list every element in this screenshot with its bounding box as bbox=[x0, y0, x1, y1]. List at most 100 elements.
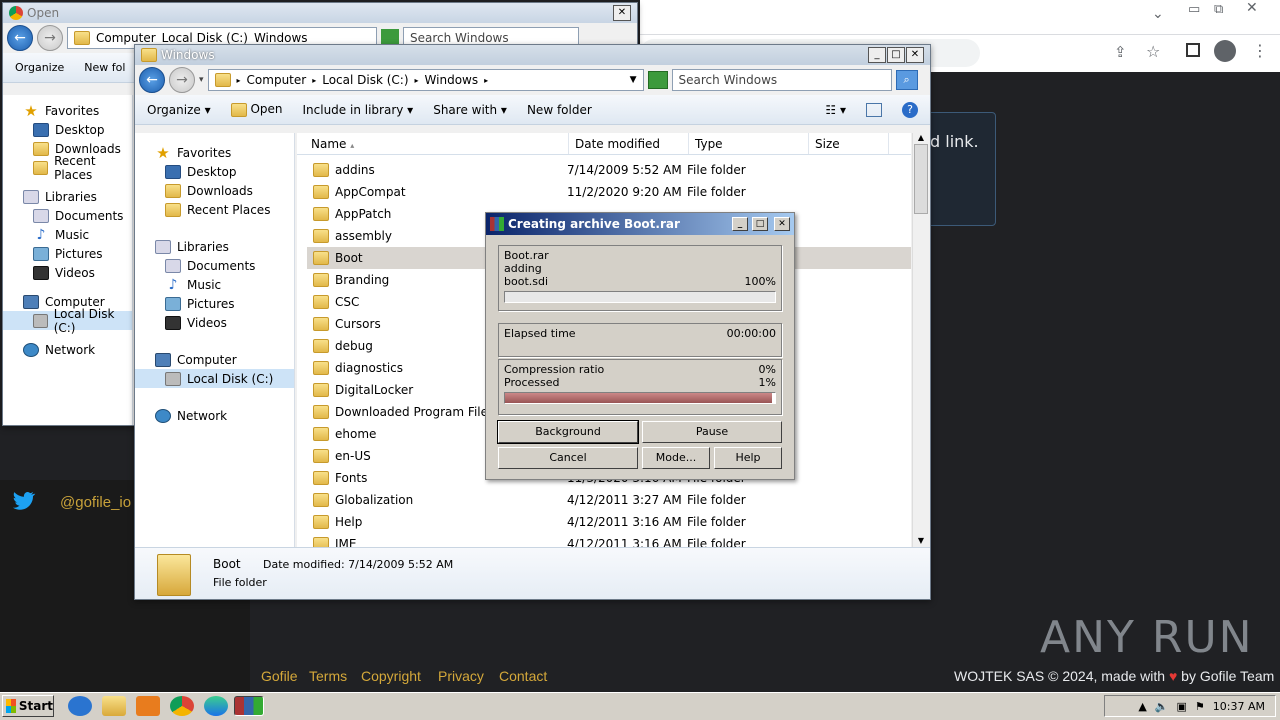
breadcrumb-local-disk[interactable]: Local Disk (C:) bbox=[322, 73, 408, 87]
ie-icon[interactable] bbox=[68, 696, 92, 716]
file-row[interactable]: Help 4/12/2011 3:16 AM File folder bbox=[307, 511, 911, 533]
volume-icon[interactable]: 🔈 bbox=[1155, 700, 1169, 713]
column-name[interactable]: Name ▴ bbox=[297, 133, 569, 154]
share-with-button[interactable]: Share with ▾ bbox=[433, 103, 507, 117]
media-player-icon[interactable] bbox=[136, 696, 160, 716]
column-date[interactable]: Date modified bbox=[569, 133, 689, 154]
help-button[interactable]: Help bbox=[714, 447, 782, 469]
explorer-address-bar[interactable]: ▸ Computer ▸ Local Disk (C:) ▸ Windows ▸… bbox=[207, 69, 644, 91]
nav-desktop[interactable]: Desktop bbox=[23, 120, 132, 139]
breadcrumb-windows[interactable]: Windows bbox=[425, 73, 479, 87]
scroll-thumb[interactable] bbox=[914, 144, 928, 214]
close-button[interactable]: ✕ bbox=[774, 217, 790, 231]
nav-recent-places[interactable]: Recent Places bbox=[23, 154, 132, 182]
kebab-menu-icon[interactable]: ⋮ bbox=[1252, 41, 1268, 60]
footer-link-privacy[interactable]: Privacy bbox=[438, 668, 484, 684]
winrar-taskbar-icon[interactable] bbox=[234, 696, 264, 716]
explorer-search-input[interactable]: Search Windows bbox=[671, 69, 892, 91]
chrome-taskbar-icon[interactable] bbox=[170, 696, 194, 716]
close-icon[interactable]: ✕ bbox=[1246, 0, 1258, 16]
nav-videos[interactable]: Videos bbox=[155, 313, 294, 332]
help-icon[interactable]: ? bbox=[902, 101, 918, 118]
forward-arrow-icon[interactable]: → bbox=[169, 67, 195, 93]
chevron-down-icon[interactable]: ⌄ bbox=[1152, 6, 1164, 22]
address-dropdown-icon[interactable]: ▼ bbox=[630, 75, 637, 85]
network-tray-icon[interactable]: ▣ bbox=[1177, 700, 1187, 713]
breadcrumb-chevron-icon[interactable]: ▸ bbox=[237, 76, 241, 85]
maximize-button[interactable]: □ bbox=[887, 47, 905, 63]
nav-downloads[interactable]: Downloads bbox=[155, 181, 294, 200]
minimize-button[interactable]: _ bbox=[732, 217, 748, 231]
nav-documents[interactable]: Documents bbox=[155, 256, 294, 275]
mode-button[interactable]: Mode... bbox=[642, 447, 710, 469]
breadcrumb-computer[interactable]: Computer bbox=[96, 31, 156, 45]
file-row[interactable]: IME 4/12/2011 3:16 AM File folder bbox=[307, 533, 911, 547]
restore-icon[interactable]: ⧉ bbox=[1214, 2, 1223, 17]
footer-link-terms[interactable]: Terms bbox=[309, 668, 347, 684]
breadcrumb-computer[interactable]: Computer bbox=[247, 73, 307, 87]
breadcrumb-chevron-icon[interactable]: ▸ bbox=[312, 76, 316, 85]
breadcrumb-local-disk[interactable]: Local Disk (C:) bbox=[162, 31, 248, 45]
new-folder-button[interactable]: New fol bbox=[84, 61, 125, 74]
clock[interactable]: 10:37 AM bbox=[1213, 700, 1265, 713]
nav-local-disk[interactable]: Local Disk (C:) bbox=[135, 369, 294, 388]
breadcrumb-chevron-icon[interactable]: ▸ bbox=[415, 76, 419, 85]
nav-libraries[interactable]: Libraries bbox=[23, 187, 132, 206]
explorer-taskbar-icon[interactable] bbox=[102, 696, 126, 716]
close-button[interactable]: ✕ bbox=[906, 47, 924, 63]
column-size[interactable]: Size bbox=[809, 133, 889, 154]
close-button[interactable]: ✕ bbox=[613, 5, 631, 21]
cancel-button[interactable]: Cancel bbox=[498, 447, 638, 469]
nav-favorites[interactable]: ★ Favorites bbox=[155, 143, 294, 162]
side-panel-icon[interactable] bbox=[1186, 43, 1200, 57]
twitter-icon[interactable] bbox=[12, 492, 36, 512]
footer-link-copyright[interactable]: Copyright bbox=[361, 668, 421, 684]
breadcrumb-chevron-icon[interactable]: ▸ bbox=[484, 76, 488, 85]
background-button[interactable]: Background bbox=[497, 420, 639, 444]
nav-libraries[interactable]: Libraries bbox=[155, 237, 294, 256]
minimize-icon[interactable]: ▭ bbox=[1188, 2, 1200, 17]
twitter-handle[interactable]: @gofile_io bbox=[60, 494, 131, 511]
file-row[interactable]: addins 7/14/2009 5:52 AM File folder bbox=[307, 159, 911, 181]
back-arrow-icon[interactable]: ← bbox=[139, 67, 165, 93]
search-icon[interactable]: ⌕ bbox=[895, 70, 918, 90]
open-button[interactable]: Open bbox=[230, 102, 283, 117]
nav-music[interactable]: ♪ Music bbox=[23, 225, 132, 244]
forward-arrow-icon[interactable]: → bbox=[37, 25, 63, 51]
nav-network[interactable]: Network bbox=[23, 340, 132, 359]
nav-computer[interactable]: Computer bbox=[155, 350, 294, 369]
nav-network[interactable]: Network bbox=[155, 406, 294, 425]
start-button[interactable]: Start bbox=[2, 695, 54, 717]
maximize-button[interactable]: □ bbox=[752, 217, 768, 231]
pause-button[interactable]: Pause bbox=[642, 421, 782, 443]
nav-pictures[interactable]: Pictures bbox=[23, 244, 132, 263]
nav-desktop[interactable]: Desktop bbox=[155, 162, 294, 181]
flag-icon[interactable]: ⚑ bbox=[1195, 700, 1205, 713]
nav-local-disk[interactable]: Local Disk (C:) bbox=[3, 307, 132, 335]
scroll-up-icon[interactable]: ▲ bbox=[913, 133, 929, 142]
tray-expand-icon[interactable]: ▲ bbox=[1138, 700, 1146, 713]
new-folder-button[interactable]: New folder bbox=[527, 103, 592, 117]
nav-documents[interactable]: Documents bbox=[23, 206, 132, 225]
bookmark-star-icon[interactable]: ☆ bbox=[1146, 42, 1160, 61]
include-in-library-button[interactable]: Include in library ▾ bbox=[303, 103, 414, 117]
preview-pane-icon[interactable] bbox=[866, 102, 882, 117]
views-icon[interactable]: ☷ ▾ bbox=[825, 103, 846, 117]
vertical-scrollbar[interactable]: ▲ ▼ bbox=[912, 133, 929, 547]
column-type[interactable]: Type bbox=[689, 133, 809, 154]
file-row[interactable]: Globalization 4/12/2011 3:27 AM File folde… bbox=[307, 489, 911, 511]
profile-avatar[interactable] bbox=[1214, 40, 1236, 62]
nav-recent-places[interactable]: Recent Places bbox=[155, 200, 294, 219]
back-arrow-icon[interactable]: ← bbox=[7, 25, 33, 51]
organize-button[interactable]: Organize bbox=[15, 61, 64, 74]
scroll-down-icon[interactable]: ▼ bbox=[913, 536, 929, 545]
share-icon[interactable]: ⇪ bbox=[1114, 43, 1127, 61]
nav-music[interactable]: ♪ Music bbox=[155, 275, 294, 294]
organize-button[interactable]: Organize ▾ bbox=[147, 103, 211, 117]
nav-videos[interactable]: Videos bbox=[23, 263, 132, 282]
breadcrumb-windows[interactable]: Windows bbox=[254, 31, 308, 45]
footer-link-contact[interactable]: Contact bbox=[499, 668, 547, 684]
nav-pictures[interactable]: Pictures bbox=[155, 294, 294, 313]
edge-icon[interactable] bbox=[204, 696, 228, 716]
recent-pages-chevron-icon[interactable]: ▾ bbox=[199, 75, 204, 85]
